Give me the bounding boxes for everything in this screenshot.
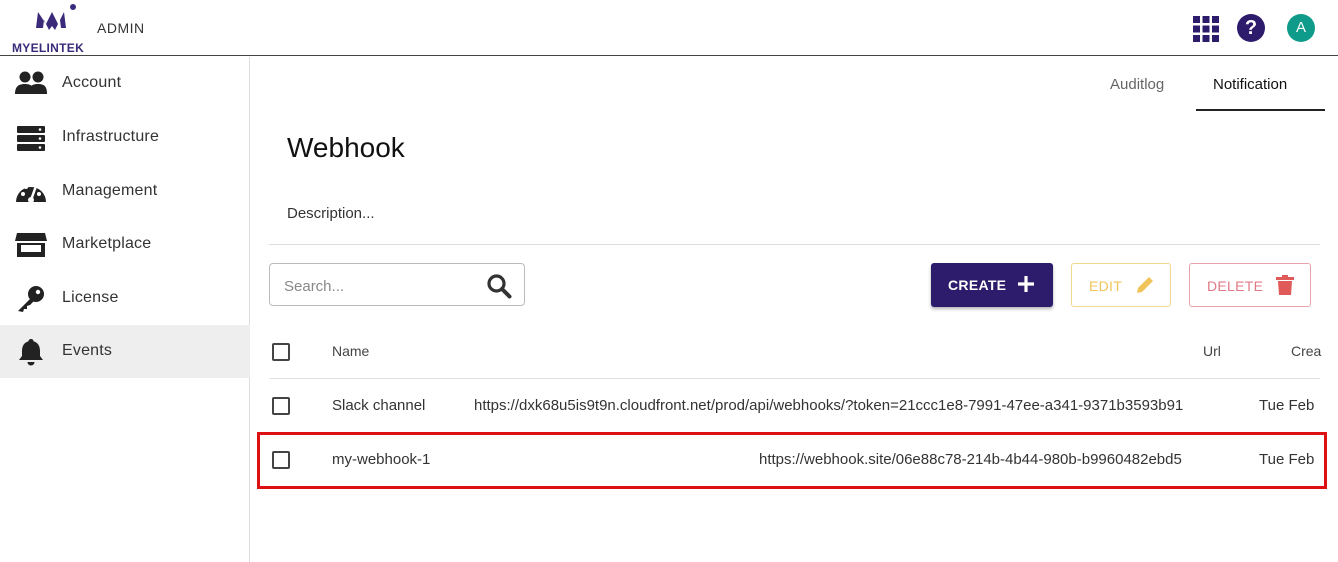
myelintek-logo[interactable]: MYELINTEK [12, 4, 102, 55]
row-divider [269, 378, 1320, 379]
sidebar-item-label: Account [62, 74, 122, 91]
help-icon[interactable]: ? [1237, 14, 1265, 42]
delete-button-label: DELETE [1207, 278, 1264, 294]
sidebar: Account Infrastructure Management Market… [0, 57, 250, 562]
top-header: MYELINTEK ADMIN ? A [0, 0, 1338, 56]
sidebar-item-label: Infrastructure [62, 128, 160, 145]
search-icon[interactable] [486, 273, 512, 299]
avatar[interactable]: A [1287, 14, 1315, 42]
search-box [269, 263, 525, 306]
users-icon [15, 71, 47, 94]
create-button[interactable]: CREATE [931, 263, 1053, 307]
sidebar-item-events[interactable]: Events [0, 325, 250, 378]
tab-notification[interactable]: Notification [1213, 76, 1287, 93]
edit-button-label: EDIT [1089, 278, 1123, 294]
table-cell-created: Tue Feb [1259, 397, 1315, 414]
divider [269, 244, 1320, 245]
trash-icon [1276, 275, 1294, 295]
gauge-icon [16, 182, 46, 203]
sidebar-item-account[interactable]: Account [0, 57, 250, 110]
active-tab-indicator [1196, 109, 1325, 111]
search-input[interactable] [282, 274, 476, 298]
sidebar-item-license[interactable]: License [0, 272, 250, 325]
row-checkbox[interactable] [272, 397, 290, 415]
sidebar-item-label: Marketplace [62, 235, 152, 252]
sidebar-item-marketplace[interactable]: Marketplace [0, 218, 250, 271]
edit-button[interactable]: EDIT [1071, 263, 1171, 307]
delete-button[interactable]: DELETE [1189, 263, 1311, 307]
sidebar-item-label: Events [62, 342, 113, 359]
tab-auditlog[interactable]: Auditlog [1110, 76, 1164, 93]
pencil-icon [1137, 277, 1153, 293]
apps-grid-icon[interactable] [1193, 16, 1219, 42]
admin-label: ADMIN [97, 20, 145, 36]
sidebar-item-infrastructure[interactable]: Infrastructure [0, 111, 250, 164]
sidebar-item-label: Management [62, 182, 158, 199]
bell-icon [19, 339, 43, 366]
create-button-label: CREATE [948, 277, 1007, 293]
column-header-name[interactable]: Name [332, 343, 369, 359]
sidebar-item-label: License [62, 289, 119, 306]
store-icon [15, 233, 47, 257]
plus-icon [1018, 276, 1034, 292]
table-cell-url: https://dxk68u5is9t9n.cloudfront.net/pro… [474, 397, 1184, 414]
select-all-checkbox[interactable] [272, 343, 290, 361]
table-cell-name[interactable]: Slack channel [332, 397, 425, 414]
column-header-created[interactable]: Crea [1291, 343, 1321, 359]
brand-name: MYELINTEK [12, 41, 85, 55]
key-icon [18, 286, 44, 312]
row-highlight-box [257, 432, 1327, 489]
sidebar-item-management[interactable]: Management [0, 165, 250, 218]
page-description: Description... [287, 205, 375, 222]
logo-mark-icon [36, 4, 76, 30]
server-icon [17, 126, 45, 151]
column-header-url[interactable]: Url [1203, 343, 1221, 359]
page-title: Webhook [287, 132, 405, 163]
